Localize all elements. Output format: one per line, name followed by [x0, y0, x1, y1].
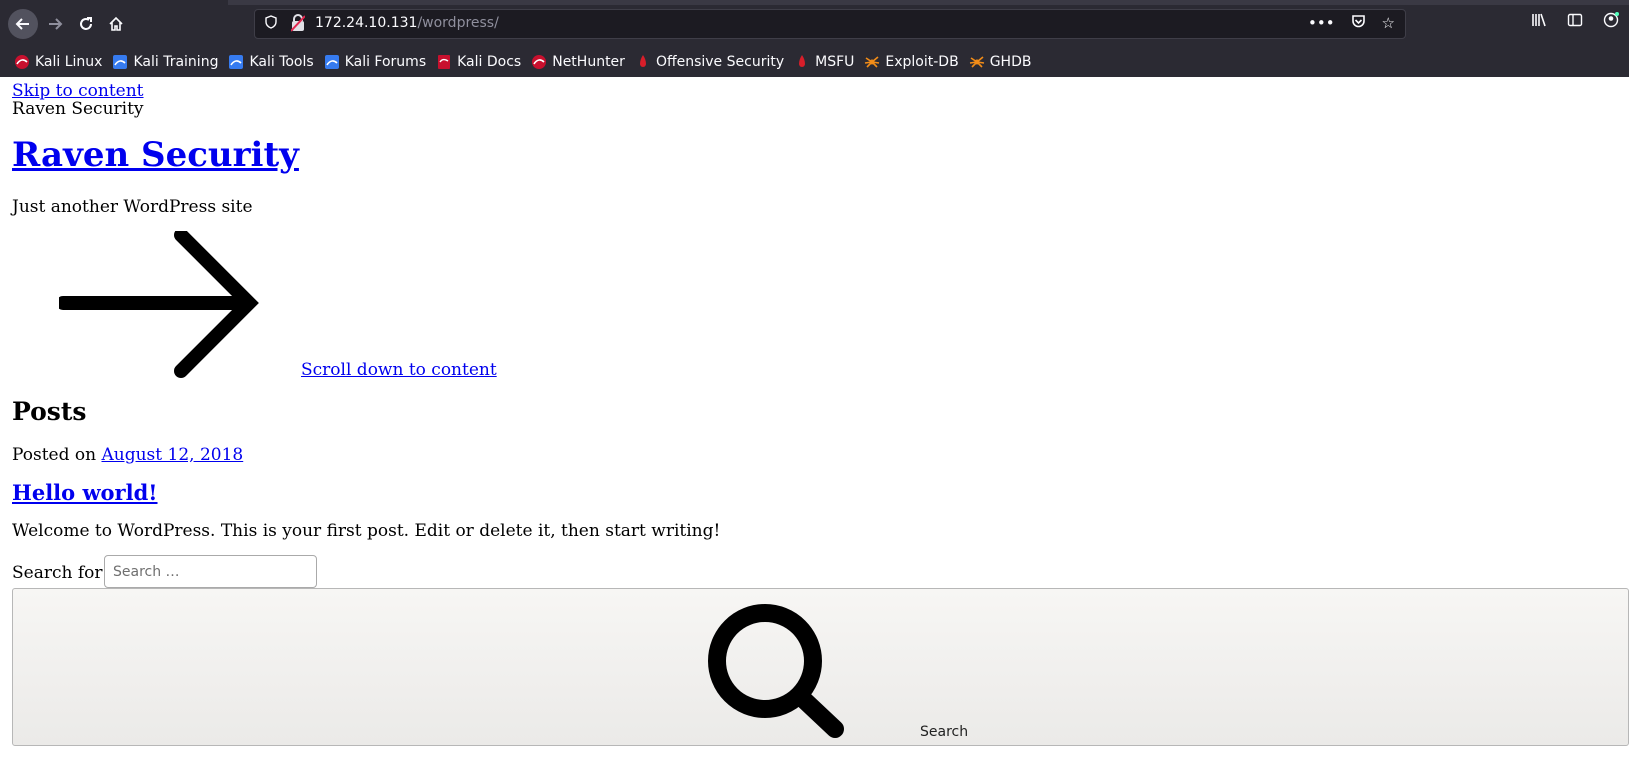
search-input[interactable]: [104, 555, 317, 588]
offsec-icon: [635, 54, 651, 70]
bookmark-label: Kali Tools: [249, 53, 314, 70]
arrow-right-icon: [59, 231, 259, 378]
insecure-lock-icon[interactable]: [290, 14, 306, 32]
bookmark-label: Kali Training: [133, 53, 219, 70]
bookmark-label: MSFU: [815, 53, 855, 70]
posts-heading: Posts: [12, 397, 87, 426]
account-icon[interactable]: [1603, 12, 1619, 32]
kali-blue-icon: [228, 54, 244, 70]
browser-chrome: 172.24.10.131/wordpress/ ••• ☆ Kali Linu…: [0, 0, 1629, 77]
bookmark-label: NetHunter: [552, 53, 625, 70]
bookmark-label: Offensive Security: [655, 53, 785, 70]
back-button[interactable]: [8, 9, 38, 39]
shield-icon[interactable]: [265, 15, 277, 33]
bookmark-kali-training[interactable]: Kali Training: [112, 54, 218, 70]
url-host: 172.24.10.131: [315, 15, 418, 31]
kali-blue-icon: [112, 54, 128, 70]
exploitdb-icon: [969, 54, 985, 70]
search-button[interactable]: Search: [12, 588, 1629, 746]
bookmark-label: Kali Docs: [457, 53, 522, 70]
site-name: Raven Security: [12, 99, 144, 119]
reload-button[interactable]: [71, 9, 101, 39]
search-label: Search for:: [12, 563, 109, 583]
bookmark-kali-linux[interactable]: Kali Linux: [14, 54, 102, 70]
pocket-icon[interactable]: [1351, 14, 1366, 33]
kali-icon: [531, 54, 547, 70]
post-title: Hello world!: [12, 480, 158, 505]
bookmark-label: Exploit-DB: [885, 53, 959, 70]
sidebar-icon[interactable]: [1567, 12, 1583, 32]
navigation-toolbar: 172.24.10.131/wordpress/ ••• ☆: [0, 0, 1629, 46]
scroll-down-link[interactable]: Scroll down to content: [301, 360, 497, 380]
bookmark-exploit-db[interactable]: Exploit-DB: [864, 53, 959, 70]
post-date-link[interactable]: August 12, 2018: [101, 445, 243, 465]
bookmark-msfu[interactable]: MSFU: [794, 54, 854, 70]
search-button-label: Search: [920, 724, 969, 740]
home-icon: [109, 16, 123, 31]
post-excerpt: Welcome to WordPress. This is your first…: [12, 521, 721, 541]
arrow-left-icon: [15, 18, 29, 30]
tab-strip: [228, 0, 1629, 5]
star-icon[interactable]: ☆: [1382, 14, 1395, 33]
bookmark-kali-forums[interactable]: Kali Forums: [324, 54, 426, 70]
bookmark-nethunter[interactable]: NetHunter: [531, 54, 625, 70]
url-bar[interactable]: 172.24.10.131/wordpress/ ••• ☆: [254, 9, 1406, 39]
library-icon[interactable]: [1531, 12, 1547, 32]
bookmark-kali-tools[interactable]: Kali Tools: [228, 53, 314, 70]
skip-to-content-link[interactable]: Skip to content: [12, 81, 144, 101]
bookmark-label: Kali Forums: [344, 53, 427, 70]
reload-icon: [80, 17, 92, 30]
bookmark-ghdb[interactable]: GHDB: [969, 53, 1032, 70]
bookmark-label: GHDB: [989, 53, 1032, 70]
offsec-icon: [794, 54, 810, 70]
site-title-link[interactable]: Raven Security: [12, 135, 299, 175]
bookmarks-toolbar: Kali Linux Kali Training Kali Tools Kali…: [0, 46, 1629, 77]
site-tagline: Just another WordPress site: [12, 197, 253, 217]
bookmark-kali-docs[interactable]: Kali Docs: [436, 54, 521, 70]
url-text[interactable]: 172.24.10.131/wordpress/: [315, 15, 499, 31]
post-meta: Posted on August 12, 2018: [12, 445, 243, 465]
posted-on-label: Posted on: [12, 445, 97, 465]
site-title: Raven Security: [12, 135, 299, 175]
bookmark-offensive-security[interactable]: Offensive Security: [635, 54, 784, 70]
kali-icon: [14, 54, 30, 70]
post-title-link[interactable]: Hello world!: [12, 480, 158, 505]
exploitdb-icon: [864, 54, 880, 70]
home-button[interactable]: [101, 9, 131, 39]
kali-docs-icon: [436, 54, 452, 70]
url-path: /wordpress/: [417, 15, 499, 31]
search-icon: [708, 604, 844, 738]
kali-blue-icon: [324, 54, 340, 70]
more-icon[interactable]: •••: [1308, 14, 1335, 33]
forward-button[interactable]: [40, 9, 70, 39]
arrow-right-icon: [49, 18, 63, 30]
bookmark-label: Kali Linux: [35, 53, 103, 70]
